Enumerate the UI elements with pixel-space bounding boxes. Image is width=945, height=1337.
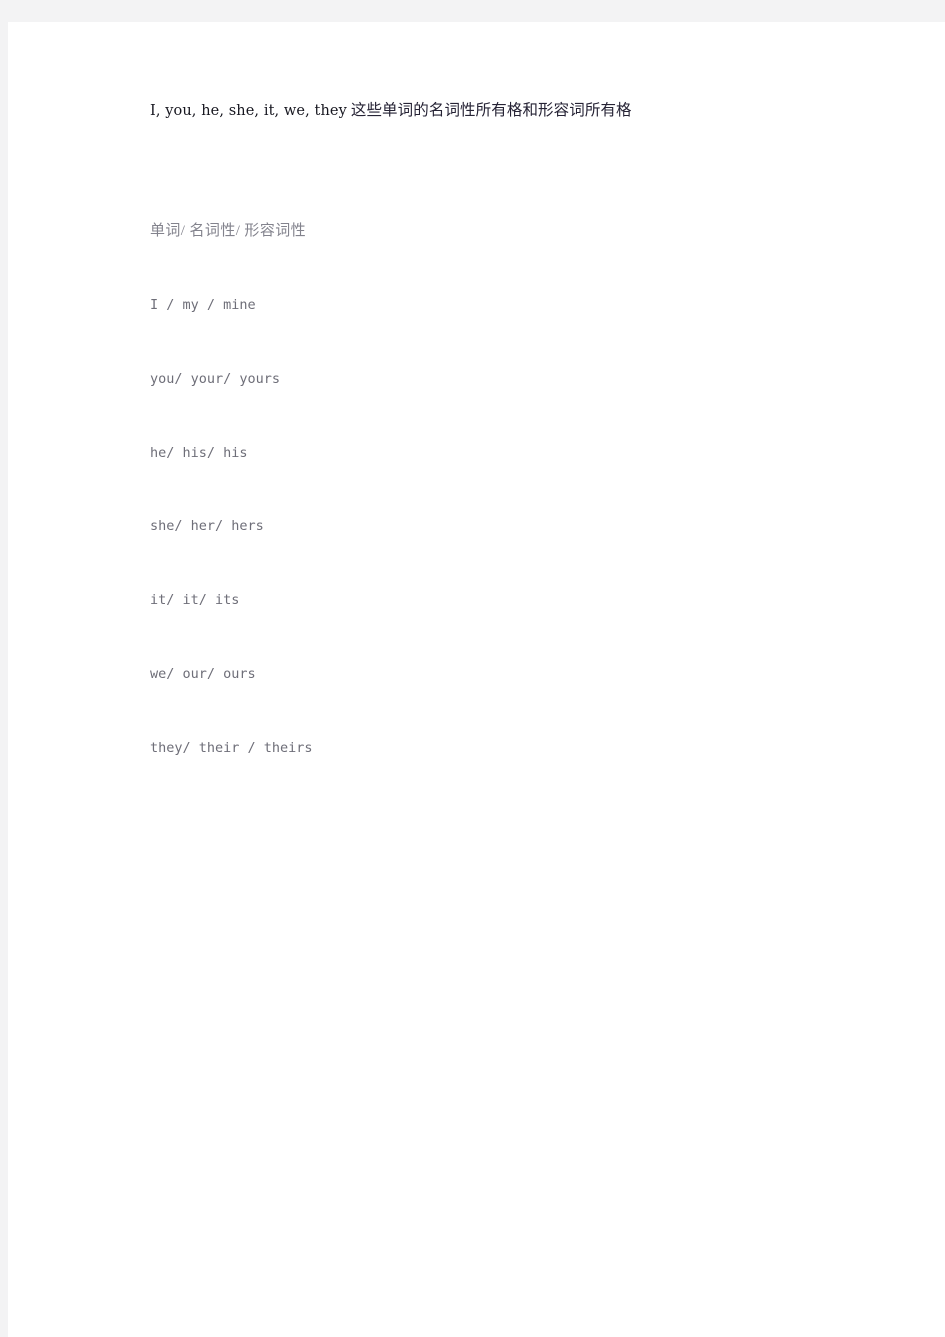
possessive-forms-list: 单词/ 名词性/ 形容词性 I / my / mine you/ your/ y… — [150, 170, 870, 809]
list-item: they/ their / theirs — [150, 739, 313, 756]
title-body-spacer — [150, 122, 870, 170]
list-item: he/ his/ his — [150, 444, 248, 461]
list-item: we/ our/ ours — [150, 665, 256, 682]
document-page-sheet: I, you, he, she, it, we, they 这些单词的名词性所有… — [8, 22, 945, 1337]
page-title-han: 这些单词的名词性所有格和形容词所有格 — [350, 102, 632, 119]
list-item: you/ your/ yours — [150, 370, 281, 387]
page-title: I, you, he, she, it, we, they 这些单词的名词性所有… — [150, 100, 870, 122]
list-item: she/ her/ hers — [150, 518, 264, 535]
list-header-row: 单词/ 名词性/ 形容词性 — [150, 223, 307, 240]
list-item: it/ it/ its — [150, 592, 240, 609]
page-title-latin: I, you, he, she, it, we, they — [150, 103, 347, 119]
list-item: I / my / mine — [150, 296, 256, 313]
document-content: I, you, he, she, it, we, they 这些单词的名词性所有… — [150, 100, 870, 809]
